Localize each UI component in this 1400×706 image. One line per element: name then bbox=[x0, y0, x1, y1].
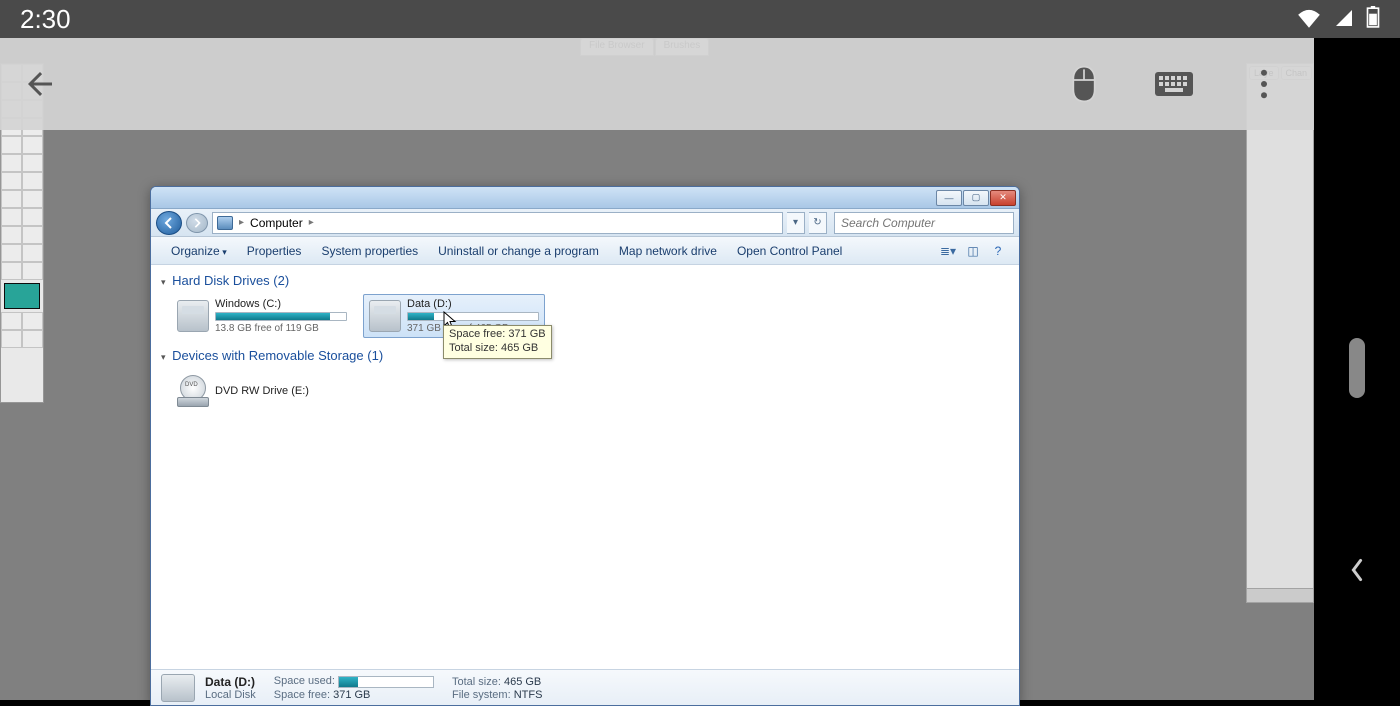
tool-button[interactable] bbox=[22, 330, 43, 348]
chevron-left-icon[interactable] bbox=[1349, 558, 1365, 588]
drive-item-dvd[interactable]: DVD DVD RW Drive (E:) bbox=[171, 369, 353, 413]
details-total-label: Total size: bbox=[452, 676, 501, 688]
status-time: 2:30 bbox=[20, 4, 71, 35]
help-button[interactable]: ? bbox=[987, 241, 1009, 261]
explorer-window[interactable]: — ▢ ✕ ▸ Computer ▸ ▾ ↻ Organize bbox=[150, 186, 1020, 706]
details-fs-value: NTFS bbox=[514, 689, 543, 701]
usage-bar bbox=[338, 676, 434, 688]
breadcrumb-sep: ▸ bbox=[309, 217, 314, 228]
address-bar[interactable]: ▸ Computer ▸ bbox=[212, 212, 783, 234]
tool-button[interactable] bbox=[1, 208, 22, 226]
section-label: Devices with Removable Storage bbox=[172, 348, 363, 363]
close-button[interactable]: ✕ bbox=[990, 190, 1016, 206]
address-dropdown[interactable]: ▾ bbox=[787, 212, 805, 234]
remote-desktop-canvas[interactable]: File Browser Brushes Laye Chan — ▢ ✕ ▸ bbox=[0, 38, 1314, 700]
window-titlebar[interactable]: — ▢ ✕ bbox=[151, 187, 1019, 209]
android-nav-rail bbox=[1314, 38, 1400, 700]
tool-button[interactable] bbox=[22, 208, 43, 226]
cell-signal-icon bbox=[1334, 4, 1354, 35]
explorer-content[interactable]: ▾ Hard Disk Drives (2) Windows (C:) 13.8… bbox=[151, 265, 1019, 669]
tooltip-line: Space free: 371 GB bbox=[449, 328, 546, 342]
tool-button[interactable] bbox=[1, 226, 22, 244]
tool-button[interactable] bbox=[22, 154, 43, 172]
right-panel-footer bbox=[1247, 588, 1313, 602]
preview-pane-button[interactable]: ◫ bbox=[962, 241, 984, 261]
tool-button[interactable] bbox=[1, 262, 22, 280]
usage-bar bbox=[407, 312, 539, 321]
computer-icon bbox=[217, 216, 233, 230]
command-bar: Organize Properties System properties Un… bbox=[151, 237, 1019, 265]
overflow-menu-button[interactable] bbox=[1244, 64, 1284, 104]
details-title: Data (D:) bbox=[205, 675, 255, 689]
cmd-system-properties[interactable]: System properties bbox=[311, 244, 428, 258]
android-status-bar: 2:30 bbox=[0, 0, 1400, 38]
view-options-button[interactable]: ≣▾ bbox=[937, 241, 959, 261]
nav-forward-button[interactable] bbox=[186, 213, 208, 233]
search-box[interactable] bbox=[834, 212, 1014, 234]
drive-name: Windows (C:) bbox=[215, 298, 347, 310]
drive-free-text: 13.8 GB free of 119 GB bbox=[215, 323, 347, 334]
tool-button[interactable] bbox=[22, 244, 43, 262]
cmd-control-panel[interactable]: Open Control Panel bbox=[727, 244, 852, 258]
tool-button[interactable] bbox=[1, 172, 22, 190]
details-space-free-label: Space free: bbox=[274, 689, 330, 701]
tool-button[interactable] bbox=[22, 226, 43, 244]
tool-button[interactable] bbox=[1, 190, 22, 208]
section-removable-storage[interactable]: ▾ Devices with Removable Storage (1) bbox=[161, 348, 1009, 363]
drive-name: DVD RW Drive (E:) bbox=[215, 385, 347, 397]
cmd-organize[interactable]: Organize bbox=[161, 244, 237, 258]
wifi-icon bbox=[1296, 4, 1322, 35]
hard-drive-icon bbox=[369, 300, 401, 332]
details-fs-label: File system: bbox=[452, 689, 511, 701]
tooltip-line: Total size: 465 GB bbox=[449, 342, 546, 356]
keyboard-icon[interactable] bbox=[1154, 64, 1194, 104]
nav-back-button[interactable] bbox=[156, 211, 182, 235]
tool-button[interactable] bbox=[22, 190, 43, 208]
maximize-button[interactable]: ▢ bbox=[963, 190, 989, 206]
hard-drive-icon bbox=[161, 674, 195, 702]
back-button[interactable] bbox=[20, 64, 60, 104]
cmd-map-drive[interactable]: Map network drive bbox=[609, 244, 727, 258]
drive-tooltip: Space free: 371 GB Total size: 465 GB bbox=[443, 325, 552, 359]
section-count: (2) bbox=[273, 273, 289, 288]
tool-button[interactable] bbox=[22, 172, 43, 190]
tool-button[interactable] bbox=[1, 136, 22, 154]
collapse-toggle-icon[interactable]: ▾ bbox=[161, 277, 166, 287]
search-input[interactable] bbox=[841, 216, 1007, 230]
section-hard-disk-drives[interactable]: ▾ Hard Disk Drives (2) bbox=[161, 273, 1009, 288]
details-subtitle: Local Disk bbox=[205, 689, 256, 701]
foreground-color-swatch[interactable] bbox=[4, 283, 40, 309]
details-total-value: 465 GB bbox=[504, 676, 541, 688]
minimize-button[interactable]: — bbox=[936, 190, 962, 206]
battery-icon bbox=[1366, 4, 1380, 35]
dvd-drive-icon: DVD bbox=[177, 375, 209, 407]
section-label: Hard Disk Drives bbox=[172, 273, 270, 288]
cmd-uninstall[interactable]: Uninstall or change a program bbox=[428, 244, 609, 258]
tool-button[interactable] bbox=[1, 154, 22, 172]
tool-button[interactable] bbox=[1, 312, 22, 330]
section-count: (1) bbox=[367, 348, 383, 363]
explorer-nav-bar: ▸ Computer ▸ ▾ ↻ bbox=[151, 209, 1019, 237]
breadcrumb-computer[interactable]: Computer bbox=[250, 216, 303, 230]
android-app-toolbar bbox=[0, 38, 1314, 130]
tool-button[interactable] bbox=[1, 330, 22, 348]
tool-button[interactable] bbox=[1, 244, 22, 262]
usage-bar bbox=[215, 312, 347, 321]
tool-button[interactable] bbox=[22, 136, 43, 154]
cmd-properties[interactable]: Properties bbox=[237, 244, 312, 258]
details-space-used-label: Space used: bbox=[274, 675, 335, 687]
editor-right-panel[interactable]: Laye Chan bbox=[1246, 63, 1314, 603]
hard-drive-icon bbox=[177, 300, 209, 332]
tool-button[interactable] bbox=[22, 262, 43, 280]
tool-button[interactable] bbox=[22, 312, 43, 330]
mouse-mode-icon[interactable] bbox=[1064, 64, 1104, 104]
collapse-toggle-icon[interactable]: ▾ bbox=[161, 352, 166, 362]
drive-item-c[interactable]: Windows (C:) 13.8 GB free of 119 GB bbox=[171, 294, 353, 338]
details-space-free-value: 371 GB bbox=[333, 689, 370, 701]
gesture-handle[interactable] bbox=[1349, 338, 1365, 398]
drive-name: Data (D:) bbox=[407, 298, 539, 310]
refresh-button[interactable]: ↻ bbox=[809, 212, 827, 234]
breadcrumb-sep: ▸ bbox=[239, 217, 244, 228]
